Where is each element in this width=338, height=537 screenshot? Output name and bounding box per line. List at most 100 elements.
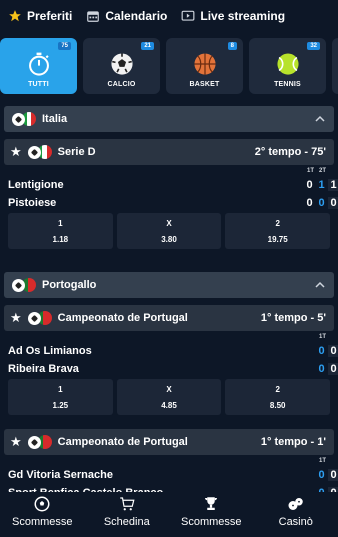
star-icon[interactable]: ★ [10,310,22,326]
odd-value: 19.75 [267,234,288,244]
match-teams[interactable]: 1T Ad Os Limianos 0 0 Ribeira Brava 0 0 [4,331,338,379]
away-team: Pistoiese [8,197,57,209]
odd-button-1[interactable]: 1 1.25 [8,379,113,415]
odds-row: 1 1.25 X 4.85 2 8.50 [4,379,334,415]
league-name: Portogallo [42,279,97,291]
odd-value: 4.85 [161,400,177,410]
league-flags [27,145,52,159]
competition-name: Serie D [57,146,96,158]
count-badge: 32 [307,42,320,50]
tile-more[interactable] [332,38,338,94]
tennis-ball-icon [276,53,299,75]
league-name: Italia [42,113,68,125]
calendar-label: Calendario [105,9,168,23]
odd-key: 1 [58,384,63,394]
total-score: 0 [328,469,338,481]
stopwatch-icon [28,52,49,76]
soccer-ball-icon [110,53,133,75]
match-time: 2° tempo - 75' [254,146,326,158]
competition-name: Campeonato de Portugal [57,436,188,448]
chevron-up-icon[interactable] [314,279,326,291]
score: 0 [318,345,325,357]
away-team: Ribeira Brava [8,363,79,375]
nav-scommesse-sport[interactable]: Scommesse [0,492,85,537]
tile-label: TUTTI [28,81,49,88]
odd-button-2[interactable]: 2 19.75 [225,213,331,249]
home-team: Ad Os Limianos [8,345,92,357]
tile-tennis[interactable]: 32 TENNIS [249,38,326,94]
score: 0 [306,197,313,209]
score: 0 [318,469,325,481]
nav-schedina[interactable]: Schedina [85,492,170,537]
match-header[interactable]: ★ Campeonato de Portugal 1° tempo - 5' [4,305,334,331]
match-teams[interactable]: 1T 2T Lentigione 0 1 1 Pistoiese 0 0 0 [4,165,338,213]
soccer-ball-icon [27,311,41,325]
league-header-portogallo[interactable]: Portogallo [4,272,334,298]
score: 0 [318,197,325,209]
live-streaming-label: Live streaming [200,9,286,23]
count-badge: 21 [141,42,154,50]
match-time: 1° tempo - 5' [260,312,326,324]
nav-label: Casinò [278,516,313,528]
odd-button-2[interactable]: 2 8.50 [225,379,331,415]
score: 0 [306,179,313,191]
odd-button-x[interactable]: X 4.85 [116,379,222,415]
favorites-link[interactable]: Preferiti [8,9,72,23]
tile-label: BASKET [189,81,220,88]
match-header[interactable]: ★ Serie D 2° tempo - 75' [4,139,334,165]
tile-calcio[interactable]: 21 CALCIO [83,38,160,94]
league-header-italia[interactable]: Italia [4,106,334,132]
total-score: 0 [328,345,338,357]
soccer-ball-icon [12,112,25,126]
odd-button-1[interactable]: 1 1.18 [8,213,113,249]
dice-icon [288,498,303,510]
star-icon[interactable]: ★ [10,144,22,160]
league-flags [12,278,36,292]
basketball-icon [193,53,216,75]
phase-label: 1T [307,168,315,174]
live-streaming-link[interactable]: Live streaming [181,9,285,23]
star-icon [9,10,21,22]
top-nav: Preferiti Calendario Live streaming [0,0,338,32]
odd-button-x[interactable]: X 3.80 [116,213,222,249]
play-icon [181,10,195,21]
nav-label: Scommesse [180,516,242,528]
odd-value: 1.18 [52,234,69,244]
nav-label: Schedina [103,516,150,528]
total-score: 1 [328,179,338,191]
favorites-label: Preferiti [27,9,73,23]
count-badge: 75 [58,42,71,50]
star-icon[interactable]: ★ [10,434,22,450]
home-team: Lentigione [8,179,64,191]
league-flags [12,112,36,126]
trophy-icon [205,497,218,510]
count-badge: 8 [227,42,237,50]
odds-row: 1 1.18 X 3.80 2 19.75 [4,213,334,249]
soccer-ball-icon [27,145,41,159]
tile-label: CALCIO [107,81,136,88]
nav-casino[interactable]: Casinò [254,492,338,537]
league-flags [27,435,52,449]
nav-scommesse-live[interactable]: Scommesse [169,492,254,537]
tile-basket[interactable]: 8 BASKET [166,38,243,94]
tile-label: TENNIS [274,81,301,88]
cart-icon [120,497,135,511]
soccer-ball-icon [27,435,41,449]
match-time: 1° tempo - 1' [260,436,326,448]
league-flags [27,311,52,325]
soccer-ball-icon [34,496,50,512]
score: 1 [318,179,325,191]
odd-value: 3.80 [161,234,177,244]
soccer-ball-icon [12,278,25,292]
chevron-up-icon[interactable] [314,113,326,125]
odd-key: 1 [58,218,63,228]
calendar-link[interactable]: Calendario [86,9,167,23]
bottom-nav: Scommesse Schedina Scommesse Casinò [0,492,338,537]
tile-tutti[interactable]: 75 TUTTI [0,38,77,94]
match-header[interactable]: ★ Campeonato de Portugal 1° tempo - 1' [4,429,334,455]
odd-key: X [166,218,172,228]
odd-key: 2 [275,218,280,228]
phase-label: 1T [319,458,327,464]
score: 0 [318,363,325,375]
odd-value: 8.50 [269,400,286,410]
